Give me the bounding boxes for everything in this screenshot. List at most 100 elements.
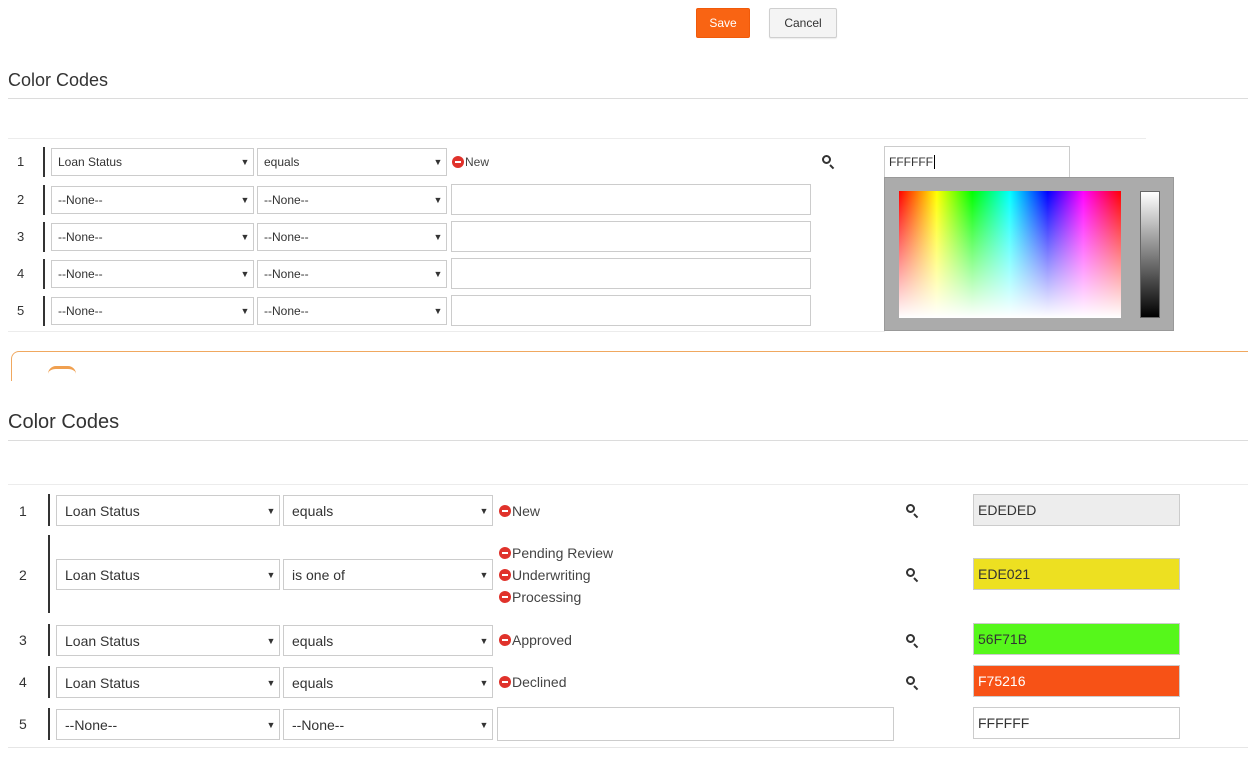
operator-select[interactable]: equals ▼: [283, 667, 493, 698]
row-bar: [43, 296, 45, 326]
value-label: New: [512, 503, 541, 519]
field-select-value: Loan Status: [65, 674, 140, 691]
operator-select[interactable]: is one of ▼: [283, 559, 493, 590]
field-select[interactable]: Loan Status ▼: [56, 495, 280, 526]
color-spectrum[interactable]: [899, 191, 1121, 318]
value-input[interactable]: [451, 221, 811, 252]
value-item: Declined: [499, 671, 566, 693]
value-label: Pending Review: [512, 545, 614, 561]
field-select-value: --None--: [58, 267, 103, 281]
remove-icon[interactable]: [499, 591, 511, 603]
panel-indicator-icon: [48, 366, 76, 374]
operator-select[interactable]: equals ▼: [283, 495, 493, 526]
cancel-button[interactable]: Cancel: [769, 8, 837, 38]
row-number: 1: [19, 503, 27, 519]
color-code-input[interactable]: EDEDED: [973, 494, 1180, 526]
field-select[interactable]: --None-- ▼: [51, 297, 254, 325]
operator-select[interactable]: equals ▼: [257, 148, 447, 176]
field-select[interactable]: Loan Status ▼: [56, 559, 280, 590]
value-input[interactable]: [451, 184, 811, 215]
chevron-down-icon: ▼: [433, 306, 443, 316]
section-title: Color Codes: [8, 70, 109, 90]
value-input[interactable]: [451, 295, 811, 326]
search-icon[interactable]: [906, 676, 920, 691]
operator-select-value: --None--: [264, 230, 309, 244]
value-input[interactable]: [451, 258, 811, 289]
field-select-value: --None--: [58, 304, 103, 318]
field-select-value: Loan Status: [65, 632, 140, 649]
chevron-down-icon: ▼: [479, 635, 489, 646]
text-cursor: [933, 155, 935, 169]
row-bar: [48, 535, 50, 613]
value-label: Underwriting: [512, 567, 591, 583]
remove-icon[interactable]: [499, 634, 511, 646]
panel-border: [11, 351, 1248, 381]
row-bar: [48, 666, 50, 698]
row-number: 3: [17, 229, 25, 244]
operator-select-value: equals: [264, 155, 300, 169]
chevron-down-icon: ▼: [240, 157, 250, 167]
row-bar: [48, 708, 50, 740]
operator-select[interactable]: equals ▼: [283, 625, 493, 656]
operator-select[interactable]: --None-- ▼: [257, 260, 447, 288]
operator-select[interactable]: --None-- ▼: [283, 709, 493, 740]
field-select[interactable]: --None-- ▼: [51, 260, 254, 288]
color-code-input[interactable]: 56F71B: [973, 623, 1180, 655]
save-button[interactable]: Save: [696, 8, 750, 38]
search-icon[interactable]: [822, 155, 836, 170]
remove-icon[interactable]: [499, 676, 511, 688]
field-select-value: --None--: [65, 716, 118, 733]
color-picker[interactable]: [884, 177, 1174, 331]
chevron-down-icon: ▼: [266, 569, 276, 580]
value-item: New: [452, 151, 489, 173]
value-item: Underwriting: [499, 564, 613, 586]
color-code-input[interactable]: EDE021: [973, 558, 1180, 590]
search-icon[interactable]: [906, 634, 920, 649]
row-number: 3: [19, 632, 27, 648]
color-code-value: EDE021: [978, 566, 1031, 582]
operator-select[interactable]: --None-- ▼: [257, 297, 447, 325]
brightness-slider[interactable]: [1140, 191, 1160, 318]
chevron-down-icon: ▼: [433, 269, 443, 279]
operator-select[interactable]: --None-- ▼: [257, 223, 447, 251]
color-code-input[interactable]: FFFFFF: [884, 146, 1070, 178]
value-list: Approved: [499, 629, 572, 651]
search-icon[interactable]: [906, 568, 920, 583]
remove-icon[interactable]: [499, 505, 511, 517]
color-code-value: FFFFFF: [889, 155, 933, 169]
operator-select-value: --None--: [264, 267, 309, 281]
value-item: Processing: [499, 586, 613, 608]
section-title: Color Codes: [8, 411, 120, 433]
remove-icon[interactable]: [499, 547, 511, 559]
divider: [8, 331, 885, 332]
chevron-down-icon: ▼: [479, 505, 489, 516]
row-number: 4: [19, 674, 27, 690]
field-select[interactable]: Loan Status ▼: [56, 667, 280, 698]
value-input[interactable]: [497, 707, 894, 741]
value-item: New: [499, 500, 540, 522]
chevron-down-icon: ▼: [479, 719, 489, 730]
operator-select-value: equals: [292, 632, 334, 649]
operator-select-value: --None--: [264, 304, 309, 318]
divider: [8, 138, 1146, 139]
color-code-value: F75216: [978, 673, 1026, 689]
field-select[interactable]: Loan Status ▼: [56, 625, 280, 656]
value-label: Declined: [512, 674, 567, 690]
row-bar: [48, 494, 50, 526]
remove-icon[interactable]: [499, 569, 511, 581]
field-select[interactable]: --None-- ▼: [56, 709, 280, 740]
field-select[interactable]: Loan Status ▼: [51, 148, 254, 176]
value-list: New: [452, 151, 489, 173]
color-code-input[interactable]: F75216: [973, 665, 1180, 697]
operator-select[interactable]: --None-- ▼: [257, 186, 447, 214]
divider: [8, 747, 1248, 748]
field-select[interactable]: --None-- ▼: [51, 186, 254, 214]
row-number: 2: [19, 567, 27, 583]
search-icon[interactable]: [906, 504, 920, 519]
operator-select-value: equals: [292, 502, 334, 519]
field-select[interactable]: --None-- ▼: [51, 223, 254, 251]
remove-icon[interactable]: [452, 156, 464, 168]
color-code-input[interactable]: FFFFFF: [973, 707, 1180, 739]
chevron-down-icon: ▼: [266, 505, 276, 516]
field-select-value: --None--: [58, 230, 103, 244]
